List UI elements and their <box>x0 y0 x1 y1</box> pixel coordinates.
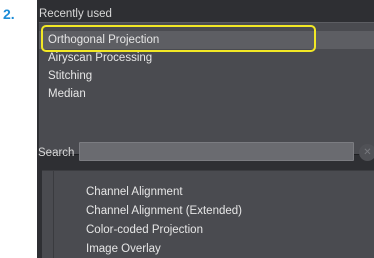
function-item-channel-alignment[interactable]: Channel Alignment <box>42 183 374 202</box>
step-number: 2. <box>3 6 15 22</box>
function-item-image-overlay[interactable]: Image Overlay <box>42 240 374 258</box>
function-item-color-coded-projection[interactable]: Color-coded Projection <box>42 221 374 240</box>
recent-item-stitching[interactable]: Stitching <box>39 67 374 85</box>
function-item-channel-alignment-extended[interactable]: Channel Alignment (Extended) <box>42 202 374 221</box>
recent-item-airyscan-processing[interactable]: Airyscan Processing <box>39 49 374 67</box>
recent-item-orthogonal-projection[interactable]: Orthogonal Projection <box>39 31 374 49</box>
recent-item-median[interactable]: Median <box>39 85 374 103</box>
close-circle-icon[interactable]: ✕ <box>359 144 374 161</box>
function-list: Channel Alignment Channel Alignment (Ext… <box>42 170 374 258</box>
processing-function-panel: Recently used Orthogonal Projection Airy… <box>37 0 374 258</box>
search-label: Search <box>38 147 75 159</box>
recently-used-title: Recently used <box>39 8 112 20</box>
recently-used-list: Orthogonal Projection Airyscan Processin… <box>39 22 374 154</box>
search-input[interactable] <box>79 142 354 161</box>
